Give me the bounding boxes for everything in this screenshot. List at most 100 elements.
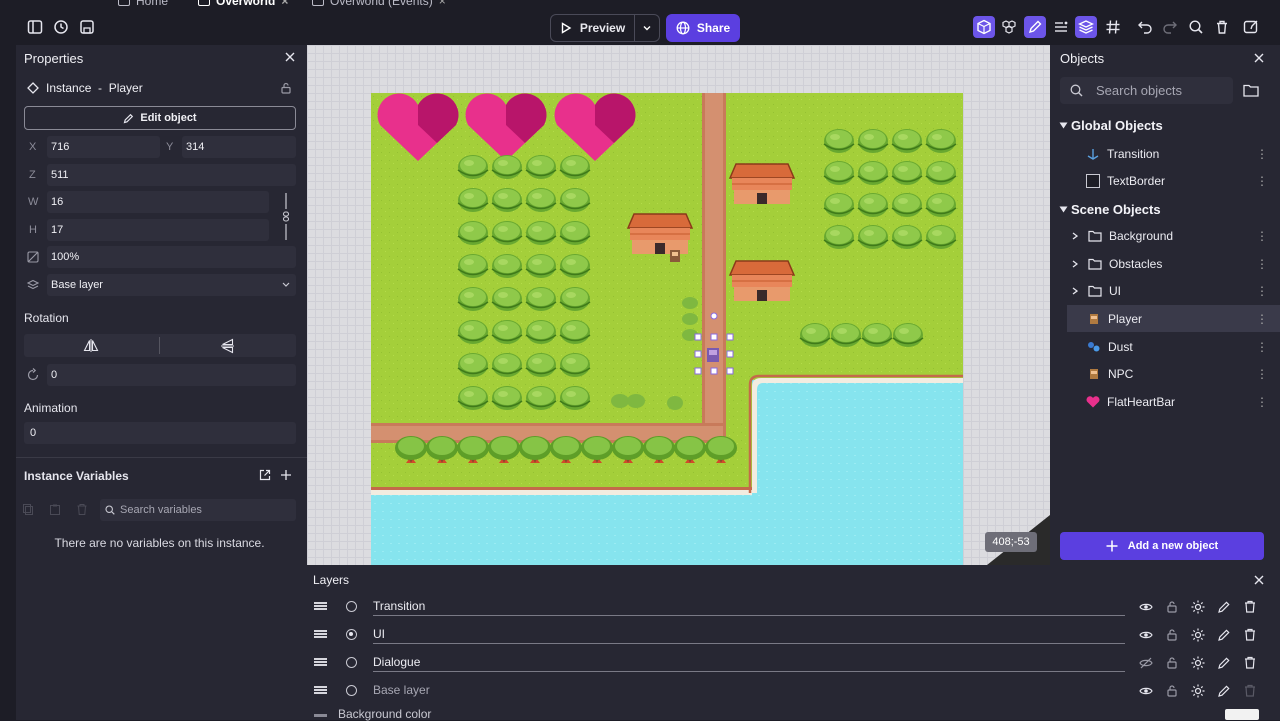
trash-icon[interactable] (1241, 626, 1258, 643)
edit-pencil-icon[interactable] (1024, 16, 1046, 38)
flip-vertical-icon[interactable] (221, 338, 234, 354)
layer-row[interactable]: UI (307, 621, 1280, 649)
more-options-icon[interactable]: ⋮ (1256, 367, 1268, 381)
properties-list-icon[interactable] (1050, 16, 1072, 38)
edit-icon[interactable] (1215, 654, 1232, 671)
layer-select-radio[interactable] (346, 601, 357, 612)
undo-icon[interactable] (1134, 16, 1156, 38)
object-groups-icon[interactable] (998, 16, 1020, 38)
lock-icon[interactable] (1163, 598, 1180, 615)
collapse-arrow-icon[interactable] (1059, 206, 1068, 213)
redo-icon[interactable] (1159, 16, 1181, 38)
player-sprite[interactable] (707, 348, 719, 362)
drag-handle-icon[interactable] (314, 630, 327, 638)
object-item-flatheartbar[interactable]: FlatHeartBar ⋮ (1050, 388, 1280, 415)
search-objects-input[interactable]: Search objects (1060, 77, 1233, 104)
close-icon[interactable]: × (281, 0, 288, 8)
more-options-icon[interactable]: ⋮ (1256, 229, 1268, 243)
layer-row[interactable]: Transition (307, 593, 1280, 621)
lighting-icon[interactable] (1189, 626, 1206, 643)
background-color-swatch[interactable] (1225, 709, 1259, 720)
tab-home[interactable]: Home (118, 0, 168, 8)
edit-scene-icon[interactable] (1240, 16, 1262, 38)
layer-select[interactable]: Base layer (47, 274, 296, 296)
x-field[interactable]: 716 (47, 136, 160, 158)
save-icon[interactable] (76, 16, 98, 38)
object-item-player[interactable]: Player ⋮ (1067, 305, 1280, 332)
height-field[interactable]: 17 (47, 219, 269, 241)
eye-icon[interactable] (1137, 682, 1154, 699)
open-external-icon[interactable] (259, 469, 271, 481)
tab-overworld-events[interactable]: Overworld (Events) × (312, 0, 446, 8)
close-icon[interactable] (1252, 573, 1266, 587)
folder-ui[interactable]: UI ⋮ (1050, 277, 1280, 304)
edit-icon[interactable] (1215, 626, 1232, 643)
lock-icon[interactable] (1163, 682, 1180, 699)
edit-object-button[interactable]: Edit object (24, 106, 296, 130)
z-field[interactable]: 511 (47, 164, 296, 186)
lock-icon[interactable] (1163, 654, 1180, 671)
layer-name[interactable]: Transition (373, 599, 1125, 616)
trash-icon[interactable] (1241, 598, 1258, 615)
search-variables-input[interactable]: Search variables (100, 499, 296, 521)
folder-obstacles[interactable]: Obstacles ⋮ (1050, 250, 1280, 277)
expand-arrow-icon[interactable] (1071, 257, 1079, 271)
more-options-icon[interactable]: ⋮ (1256, 147, 1268, 161)
trash-icon[interactable] (1241, 654, 1258, 671)
history-icon[interactable] (50, 16, 72, 38)
layer-select-radio[interactable] (346, 657, 357, 668)
add-new-object-button[interactable]: Add a new object (1060, 532, 1264, 560)
eye-icon[interactable] (1137, 598, 1154, 615)
width-field[interactable]: 16 (47, 191, 269, 213)
delete-icon[interactable] (77, 504, 87, 515)
layers-icon[interactable] (1075, 16, 1097, 38)
layer-name[interactable]: Base layer (373, 683, 1125, 700)
eye-off-icon[interactable] (1137, 654, 1154, 671)
y-field[interactable]: 314 (182, 136, 296, 158)
more-options-icon[interactable]: ⋮ (1256, 174, 1268, 188)
object-item-dust[interactable]: Dust ⋮ (1050, 333, 1280, 360)
object-item-textborder[interactable]: TextBorder ⋮ (1050, 167, 1280, 194)
global-objects-title[interactable]: Global Objects (1071, 118, 1163, 133)
zoom-icon[interactable] (1185, 16, 1207, 38)
edit-icon[interactable] (1215, 682, 1232, 699)
layer-select-radio[interactable] (346, 685, 357, 696)
more-options-icon[interactable]: ⋮ (1256, 312, 1268, 326)
lighting-icon[interactable] (1189, 598, 1206, 615)
object-item-npc[interactable]: NPC ⋮ (1050, 360, 1280, 387)
animation-field[interactable]: 0 (24, 422, 296, 444)
layer-name[interactable]: Dialogue (373, 655, 1125, 672)
unlock-icon[interactable] (280, 82, 292, 94)
rotation-field[interactable]: 0 (47, 364, 296, 386)
drag-handle-icon[interactable] (314, 602, 327, 610)
trash-icon[interactable] (1241, 682, 1258, 699)
object-editor-icon[interactable] (973, 16, 995, 38)
layer-name[interactable]: UI (373, 627, 1125, 644)
game-scene[interactable] (307, 45, 1050, 565)
close-icon[interactable]: × (439, 0, 446, 8)
preview-button[interactable]: Preview (550, 14, 660, 42)
lighting-icon[interactable] (1189, 682, 1206, 699)
drag-handle-icon[interactable] (314, 714, 327, 717)
more-options-icon[interactable]: ⋮ (1256, 284, 1268, 298)
tab-overworld[interactable]: Overworld × (198, 0, 288, 8)
collapse-arrow-icon[interactable] (1059, 122, 1068, 129)
add-icon[interactable] (280, 469, 292, 481)
paste-icon[interactable] (50, 504, 60, 515)
folder-background[interactable]: Background ⋮ (1050, 222, 1280, 249)
edit-icon[interactable] (1215, 598, 1232, 615)
object-item-transition[interactable]: Transition ⋮ (1050, 140, 1280, 167)
more-options-icon[interactable]: ⋮ (1256, 340, 1268, 354)
layer-row[interactable]: Base layer (307, 677, 1280, 705)
layer-select-radio[interactable] (346, 629, 357, 640)
more-options-icon[interactable]: ⋮ (1256, 395, 1268, 409)
opacity-field[interactable]: 100% (47, 246, 296, 268)
drag-handle-icon[interactable] (314, 658, 327, 666)
expand-arrow-icon[interactable] (1071, 229, 1079, 243)
lock-icon[interactable] (1163, 626, 1180, 643)
preview-dropdown[interactable] (635, 23, 659, 33)
grid-icon[interactable] (1102, 16, 1124, 38)
flip-horizontal-icon[interactable] (83, 339, 99, 352)
scene-canvas[interactable] (307, 45, 1050, 565)
trash-icon[interactable] (1211, 16, 1233, 38)
